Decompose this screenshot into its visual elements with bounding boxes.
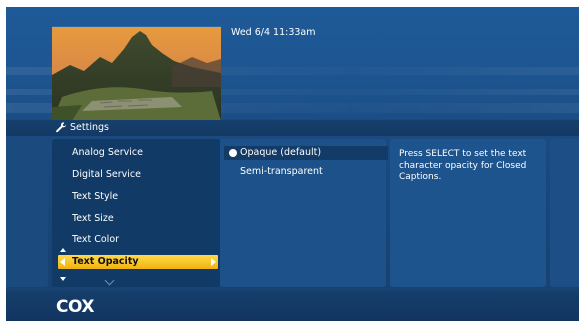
scroll-down-icon[interactable] [60, 277, 66, 281]
preview-thumbnail [52, 26, 221, 121]
header: Wed 6/4 11:33am [6, 7, 579, 121]
menu-item-text-size[interactable]: Text Size [72, 213, 114, 224]
menu-item-text-style[interactable]: Text Style [72, 191, 118, 202]
footer: COX [6, 291, 579, 321]
mountain-landscape-image [52, 27, 221, 121]
help-text: Press SELECT to set the text character o… [399, 149, 527, 182]
menu-item-analog-service[interactable]: Analog Service [72, 147, 143, 158]
arrow-right-icon [211, 258, 216, 266]
option-label: Opaque (default) [240, 147, 322, 158]
menu-item-digital-service[interactable]: Digital Service [72, 169, 141, 180]
option-label: Semi-transparent [240, 166, 323, 177]
tv-guide-screen: Wed 6/4 11:33am Settings Analog Service … [6, 7, 579, 321]
settings-header: Settings [6, 120, 579, 136]
menu-item-text-opacity[interactable]: Text Opacity [58, 255, 218, 269]
scroll-up-icon[interactable] [60, 248, 66, 252]
left-edge-panel [6, 139, 48, 287]
page-title: Settings [70, 121, 109, 133]
option-opaque[interactable]: Opaque (default) [224, 146, 388, 160]
menu-item-label: Text Opacity [72, 256, 139, 267]
radio-dot-icon [229, 149, 237, 157]
right-edge-panel [550, 139, 579, 287]
breadcrumb: Settings [55, 121, 109, 133]
arrow-left-icon [60, 258, 65, 266]
wrench-icon [56, 122, 67, 133]
option-semi-transparent[interactable]: Semi-transparent [224, 165, 388, 179]
options-panel [220, 139, 386, 287]
cox-logo: COX [56, 297, 94, 317]
menu-item-text-color[interactable]: Text Color [72, 234, 119, 245]
date-time: Wed 6/4 11:33am [231, 27, 316, 38]
logo-text: COX [56, 297, 94, 317]
